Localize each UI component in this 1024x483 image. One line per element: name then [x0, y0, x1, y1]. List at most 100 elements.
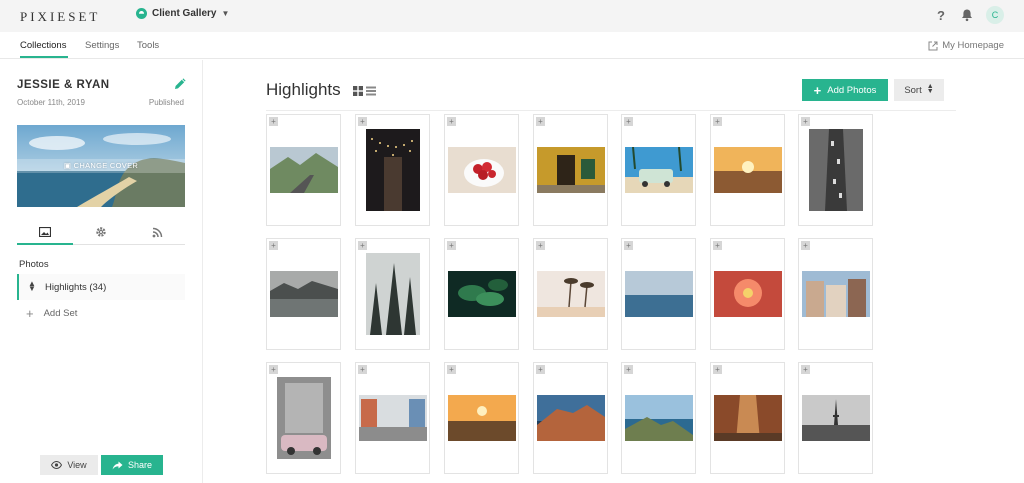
avatar[interactable]: C	[986, 6, 1004, 24]
photo-thumbnail	[713, 147, 782, 193]
drag-handle-icon[interactable]: +	[624, 241, 633, 250]
photo-thumbnail	[447, 395, 516, 441]
drag-handle-icon[interactable]: +	[536, 241, 545, 250]
photo-tile[interactable]: +	[621, 114, 696, 226]
photo-tile[interactable]: +	[798, 114, 873, 226]
gear-icon	[96, 227, 106, 237]
add-photos-label: Add Photos	[827, 84, 877, 96]
photo-thumbnail	[624, 395, 693, 441]
photo-tile[interactable]: +	[798, 362, 873, 474]
photo-tile[interactable]: +	[266, 114, 341, 226]
photos-heading: Photos	[19, 259, 49, 270]
tab-photos[interactable]	[17, 223, 73, 241]
photo-tile[interactable]: +	[444, 238, 519, 350]
photo-tile[interactable]: +	[621, 238, 696, 350]
photo-thumbnail	[269, 147, 338, 193]
photo-tile[interactable]: +	[533, 362, 608, 474]
drag-handle-icon[interactable]: +	[624, 365, 633, 374]
photo-thumbnail	[801, 395, 870, 441]
sub-navigation: Collections Settings Tools My Homepage	[0, 32, 1024, 59]
divider	[266, 110, 956, 111]
eye-icon	[51, 461, 63, 469]
plus-icon: +	[813, 82, 822, 98]
add-photos-button[interactable]: + Add Photos	[802, 79, 888, 101]
my-homepage-label: My Homepage	[942, 40, 1004, 51]
drag-handle-icon[interactable]: +	[358, 365, 367, 374]
view-button[interactable]: View	[40, 455, 98, 475]
sort-label: Sort	[904, 84, 922, 96]
photo-tile[interactable]: +	[710, 114, 785, 226]
drag-handle-icon[interactable]: +	[358, 117, 367, 126]
photo-tile[interactable]: +	[621, 362, 696, 474]
photo-tile[interactable]: +	[266, 362, 341, 474]
my-homepage-link[interactable]: My Homepage	[928, 40, 1004, 51]
photo-tile[interactable]: +	[355, 114, 430, 226]
photo-thumbnail	[447, 147, 516, 193]
image-icon: ▣	[63, 161, 72, 170]
photo-tile[interactable]: +	[355, 238, 430, 350]
drag-handle-icon[interactable]: +	[447, 117, 456, 126]
bell-icon[interactable]	[960, 8, 974, 22]
app-logo[interactable]: PIXIESET	[20, 9, 100, 25]
help-icon[interactable]: ?	[934, 8, 948, 23]
sidebar-item-highlights[interactable]: ▲ ▼ Highlights (34)	[17, 274, 185, 300]
drag-handle-icon[interactable]: +	[447, 241, 456, 250]
photo-thumbnail	[808, 129, 863, 211]
photo-tile[interactable]: +	[444, 114, 519, 226]
photo-thumbnail	[365, 129, 420, 211]
photo-tile[interactable]: +	[533, 114, 608, 226]
drag-handle-icon[interactable]: +	[713, 365, 722, 374]
photo-thumbnail	[358, 395, 427, 441]
tab-settings[interactable]: Settings	[85, 40, 119, 51]
active-tab-indicator	[20, 56, 68, 58]
photo-tile[interactable]: +	[355, 362, 430, 474]
photo-thumbnail	[269, 271, 338, 317]
sort-handle-icon[interactable]: ▲ ▼	[27, 280, 37, 292]
caret-down-icon: ▼	[221, 9, 230, 18]
list-view-icon[interactable]	[366, 86, 376, 96]
drag-handle-icon[interactable]: +	[269, 365, 278, 374]
drag-handle-icon[interactable]: +	[624, 117, 633, 126]
top-bar: PIXIESET Client Gallery ▼ ? C	[0, 0, 1024, 32]
add-set-button[interactable]: + Add Set	[26, 306, 77, 321]
tab-collections[interactable]: Collections	[20, 40, 66, 51]
drag-handle-icon[interactable]: +	[536, 117, 545, 126]
drag-handle-icon[interactable]: +	[447, 365, 456, 374]
rss-icon	[152, 227, 162, 237]
collection-sidebar: JESSIE & RYAN October 11th, 2019 Publish…	[0, 60, 203, 483]
share-button[interactable]: Share	[101, 455, 163, 475]
drag-handle-icon[interactable]: +	[536, 365, 545, 374]
collection-date: October 11th, 2019	[17, 98, 85, 107]
drag-handle-icon[interactable]: +	[713, 241, 722, 250]
drag-handle-icon[interactable]: +	[713, 117, 722, 126]
photo-tile[interactable]: +	[533, 238, 608, 350]
gallery-icon	[136, 8, 147, 19]
photo-tile[interactable]: +	[266, 238, 341, 350]
gallery-switcher[interactable]: Client Gallery ▼	[136, 8, 229, 19]
pencil-icon[interactable]	[173, 78, 186, 91]
active-sidebar-tab-indicator	[17, 243, 73, 245]
cover-image[interactable]: ▣ CHANGE COVER	[17, 125, 185, 207]
sort-button[interactable]: Sort ▲ ▼	[894, 79, 944, 101]
plus-icon: +	[26, 306, 34, 321]
grid-view-icon[interactable]	[353, 86, 363, 96]
tab-activity[interactable]	[129, 223, 185, 241]
photo-thumbnail	[276, 377, 331, 459]
drag-handle-icon[interactable]: +	[801, 241, 810, 250]
photo-tile[interactable]: +	[798, 238, 873, 350]
share-label: Share	[127, 460, 153, 470]
drag-handle-icon[interactable]: +	[269, 117, 278, 126]
photo-tile[interactable]: +	[710, 362, 785, 474]
photo-tile[interactable]: +	[444, 362, 519, 474]
drag-handle-icon[interactable]: +	[269, 241, 278, 250]
drag-handle-icon[interactable]: +	[801, 117, 810, 126]
drag-handle-icon[interactable]: +	[801, 365, 810, 374]
tab-tools[interactable]: Tools	[137, 40, 159, 51]
add-set-label: Add Set	[43, 308, 78, 319]
tab-collection-settings[interactable]	[73, 223, 129, 241]
photo-thumbnail	[801, 271, 870, 317]
image-icon	[39, 227, 51, 237]
drag-handle-icon[interactable]: +	[358, 241, 367, 250]
collection-status: Published	[148, 98, 184, 107]
photo-tile[interactable]: +	[710, 238, 785, 350]
